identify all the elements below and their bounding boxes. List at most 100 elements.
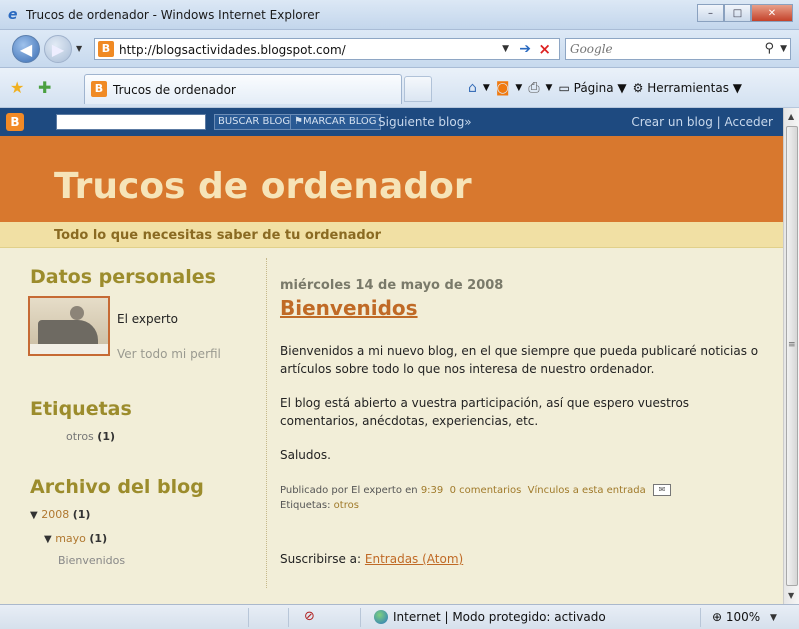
subscribe-prefix: Suscribirse a:: [280, 552, 362, 566]
avatar-head: [70, 306, 84, 320]
flag-blog-button[interactable]: ⚑MARCAR BLOG: [290, 114, 381, 130]
search-input[interactable]: [570, 40, 750, 58]
profile-heading: Datos personales: [30, 266, 216, 288]
address-field[interactable]: B http://blogsactividades.blogspot.com/ …: [94, 38, 560, 60]
home-dropdown[interactable]: ▼: [483, 83, 490, 93]
search-icon[interactable]: ⚲: [764, 41, 774, 56]
url-text[interactable]: http://blogsactividades.blogspot.com/: [119, 43, 346, 57]
blog-description-bar: Todo lo que necesitas saber de tu ordena…: [0, 222, 783, 248]
maximize-button[interactable]: □: [724, 4, 751, 22]
labels-heading: Etiquetas: [30, 398, 132, 420]
post-author: Publicado por El experto en: [280, 485, 418, 496]
status-separator: [700, 608, 701, 627]
blogger-favicon-icon: B: [98, 41, 114, 57]
gear-icon: ⚙: [632, 81, 644, 95]
status-separator: [288, 608, 289, 627]
post-paragraph: Saludos.: [280, 448, 331, 462]
scroll-down-arrow-icon[interactable]: ▼: [788, 591, 794, 600]
view-profile-link[interactable]: Ver todo mi perfil: [117, 347, 221, 361]
feeds-icon[interactable]: ◙: [496, 80, 510, 96]
archive-month-item[interactable]: ▼ mayo (1): [44, 532, 107, 545]
zoom-dropdown[interactable]: ▼: [770, 613, 777, 623]
scroll-thumb[interactable]: [786, 126, 798, 586]
post-footer: Publicado por El experto en 9:39 0 comen…: [280, 484, 671, 496]
print-dropdown[interactable]: ▼: [546, 83, 553, 93]
go-arrow-icon[interactable]: ➔: [519, 41, 531, 57]
tools-menu-label: Herramientas: [647, 81, 729, 95]
expand-toggle-icon[interactable]: ▼: [30, 510, 38, 521]
print-icon[interactable]: ⎙: [528, 80, 539, 96]
blogger-navbar: B BUSCAR BLOG ⚑MARCAR BLOG Siguiente blo…: [0, 108, 783, 136]
page-menu[interactable]: ▭ Página ▼: [558, 81, 626, 95]
label-item[interactable]: otros (1): [66, 430, 115, 443]
address-dropdown[interactable]: ▼: [502, 44, 509, 54]
profile-avatar[interactable]: [28, 296, 110, 356]
window-controls: – □ ✕: [697, 4, 793, 22]
scroll-up-arrow-icon[interactable]: ▲: [788, 112, 794, 121]
internet-zone-icon: [374, 610, 388, 624]
search-blog-button[interactable]: BUSCAR BLOG: [214, 114, 295, 130]
back-button[interactable]: ◀: [12, 35, 40, 63]
archive-year-item[interactable]: ▼ 2008 (1): [30, 508, 90, 521]
archive-month-link[interactable]: mayo: [55, 532, 86, 545]
post-labels-prefix: Etiquetas:: [280, 500, 331, 511]
atom-feed-link[interactable]: Entradas (Atom): [365, 552, 463, 566]
blogger-favicon-icon: B: [91, 81, 107, 97]
label-name[interactable]: otros: [66, 430, 94, 443]
page-menu-label: Página: [573, 81, 614, 95]
status-bar: ⊘ Internet | Modo protegido: activado ⊕ …: [0, 604, 799, 629]
post-paragraph: Bienvenidos a mi nuevo blog, en el que s…: [280, 344, 759, 376]
blog-title[interactable]: Trucos de ordenador: [54, 166, 472, 207]
stop-icon[interactable]: ×: [538, 40, 551, 58]
forward-button[interactable]: ▶: [44, 35, 72, 63]
archive-year-link[interactable]: 2008: [41, 508, 69, 521]
post-time-link[interactable]: 9:39: [421, 485, 443, 496]
expand-toggle-icon[interactable]: ▼: [44, 534, 52, 545]
privacy-report-icon[interactable]: ⊘: [304, 609, 315, 624]
vertical-scrollbar[interactable]: ▲ ≡ ▼: [783, 108, 799, 604]
status-separator: [248, 608, 249, 627]
add-favorites-icon[interactable]: ✚: [38, 78, 51, 97]
command-bar: ⌂ ▼ ◙ ▼ ⎙ ▼ ▭ Página ▼ ⚙ Herramientas ▼: [468, 80, 742, 96]
feeds-dropdown[interactable]: ▼: [515, 83, 522, 93]
blog-description: Todo lo que necesitas saber de tu ordena…: [54, 228, 382, 243]
favorites-star-icon[interactable]: ★: [10, 78, 24, 97]
scroll-grip-icon: ≡: [788, 340, 796, 350]
archive-year-count: (1): [72, 508, 91, 521]
blogger-logo-icon[interactable]: B: [6, 113, 24, 131]
next-blog-link[interactable]: Siguiente blog»: [378, 115, 472, 129]
label-count: (1): [97, 430, 116, 443]
tab-bar: ★ ✚ B Trucos de ordenador ⌂ ▼ ◙ ▼ ⎙ ▼ ▭ …: [0, 68, 799, 108]
archive-post-link[interactable]: Bienvenidos: [58, 554, 125, 567]
status-separator: [360, 608, 361, 627]
blog-search-input[interactable]: [56, 114, 206, 130]
archive-month-count: (1): [89, 532, 108, 545]
tools-menu[interactable]: ⚙ Herramientas ▼: [633, 81, 742, 95]
search-options-dropdown[interactable]: ▼: [780, 44, 787, 54]
tab-trucos[interactable]: B Trucos de ordenador: [84, 74, 402, 104]
create-signin-link[interactable]: Crear un blog | Acceder: [631, 115, 773, 129]
subscribe-line: Suscribirse a: Entradas (Atom): [280, 552, 463, 566]
column-divider: [266, 258, 267, 588]
recent-pages-dropdown[interactable]: ▼: [76, 44, 82, 53]
backlinks-link[interactable]: Vínculos a esta entrada: [528, 485, 646, 496]
security-zone-text[interactable]: Internet | Modo protegido: activado: [393, 610, 606, 624]
comments-link[interactable]: 0 comentarios: [450, 485, 522, 496]
post-label-link[interactable]: otros: [334, 500, 359, 511]
close-button[interactable]: ✕: [751, 4, 793, 22]
zoom-level[interactable]: ⊕ 100%: [712, 610, 760, 624]
home-icon[interactable]: ⌂: [468, 80, 477, 96]
avatar-desk: [30, 344, 108, 354]
tab-title: Trucos de ordenador: [113, 83, 236, 97]
archive-heading: Archivo del blog: [30, 476, 204, 498]
page-viewport: B BUSCAR BLOG ⚑MARCAR BLOG Siguiente blo…: [0, 108, 783, 604]
post-paragraph: El blog está abierto a vuestra participa…: [280, 396, 690, 428]
page-icon: ▭: [558, 81, 570, 95]
minimize-button[interactable]: –: [697, 4, 724, 22]
search-box[interactable]: ⚲ ▼: [565, 38, 791, 60]
post-date: miércoles 14 de mayo de 2008: [280, 278, 504, 293]
email-post-icon[interactable]: ✉: [652, 484, 671, 496]
post-title[interactable]: Bienvenidos: [280, 296, 418, 320]
new-tab-button[interactable]: [404, 76, 432, 102]
profile-name: El experto: [117, 312, 178, 326]
